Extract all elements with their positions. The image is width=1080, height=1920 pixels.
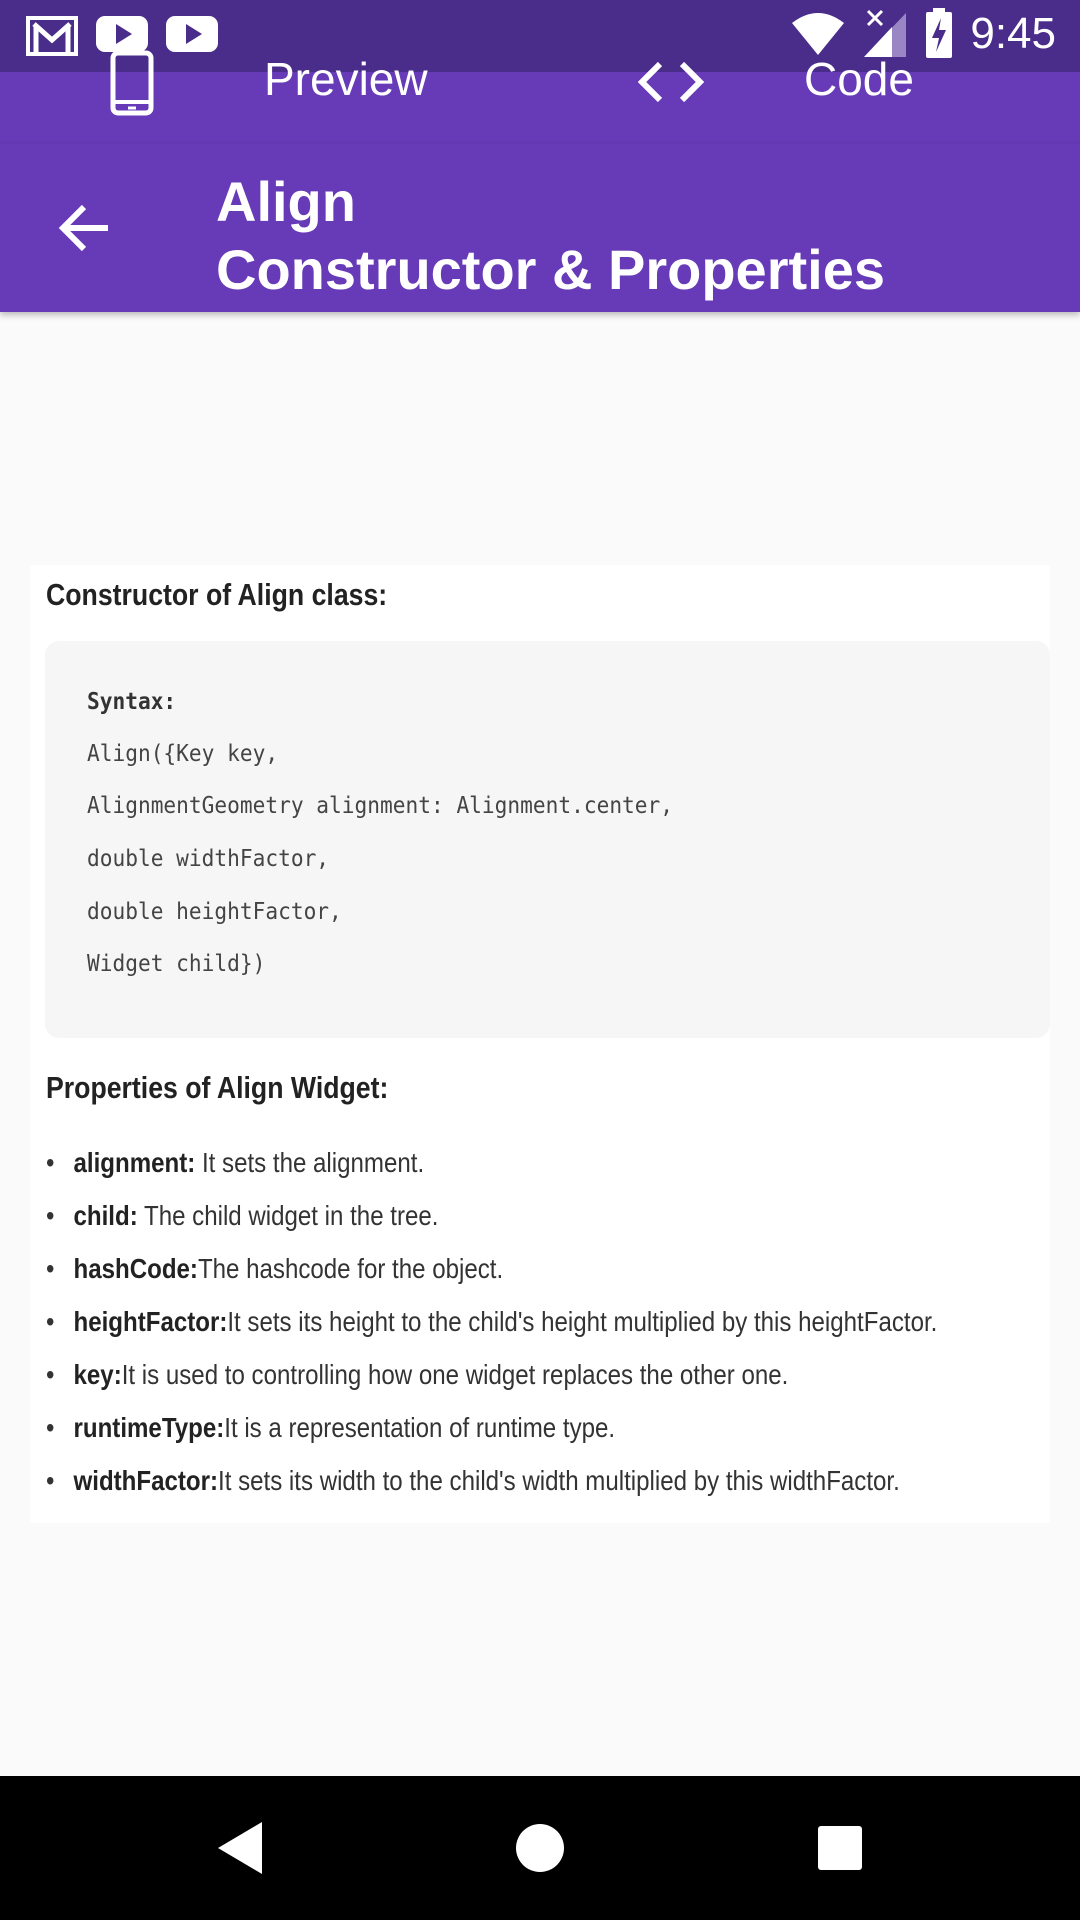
- status-bar: 9:45: [0, 0, 1080, 72]
- content-image: Constructor of Align class: Syntax: Alig…: [30, 565, 1050, 1523]
- wifi-icon: [792, 13, 845, 55]
- code-line: double heightFactor,: [87, 899, 342, 925]
- code-block: Syntax: Align({Key key, AlignmentGeometr…: [45, 641, 1050, 1038]
- signal-icon: [864, 9, 907, 57]
- system-nav-bar: [0, 1776, 1080, 1920]
- youtube-icon: [166, 16, 218, 52]
- page-title-line1: Align: [216, 170, 356, 233]
- phone-icon: [110, 50, 154, 116]
- properties-heading: Properties of Align Widget:: [46, 1070, 389, 1105]
- page-title: Align Constructor & Properties: [216, 168, 885, 304]
- list-item: • key:It is used to controlling how one w…: [46, 1359, 789, 1390]
- constructor-heading: Constructor of Align class:: [46, 577, 388, 612]
- code-line: double widthFactor,: [87, 846, 330, 872]
- gmail-icon: [26, 16, 78, 56]
- youtube-icon: [96, 16, 148, 52]
- list-item: • runtimeType:It is a representation of r…: [46, 1412, 616, 1443]
- tab-code[interactable]: Code: [540, 56, 1080, 144]
- list-item: • widthFactor:It sets its width to the ch…: [46, 1465, 900, 1496]
- code-line: Syntax:: [87, 689, 177, 715]
- code-line: Widget child}): [87, 951, 266, 977]
- list-item: • child: The child widget in the tree.: [46, 1200, 439, 1231]
- page-title-line2: Constructor & Properties: [216, 238, 885, 301]
- back-arrow-icon[interactable]: [58, 204, 110, 252]
- list-item: • hashCode:The hashcode for the object.: [46, 1253, 504, 1284]
- tab-preview[interactable]: Preview: [0, 50, 540, 144]
- list-item: • alignment: It sets the alignment.: [46, 1147, 425, 1178]
- code-line: Align({Key key,: [87, 741, 279, 767]
- tab-code-label: Code: [804, 53, 914, 105]
- battery-charging-icon: [926, 8, 953, 58]
- tab-preview-label: Preview: [264, 53, 428, 105]
- code-icon: [638, 61, 704, 103]
- home-icon[interactable]: [514, 1820, 566, 1876]
- app-bar: Align Constructor & Properties: [0, 144, 1080, 312]
- code-line: AlignmentGeometry alignment: Alignment.c…: [87, 793, 674, 819]
- tab-bar: Preview Code: [0, 50, 1080, 215]
- recents-icon[interactable]: [816, 1820, 864, 1876]
- back-icon[interactable]: [216, 1820, 264, 1876]
- list-item: • heightFactor:It sets its height to the …: [46, 1306, 938, 1337]
- clock: 9:45: [970, 9, 1056, 58]
